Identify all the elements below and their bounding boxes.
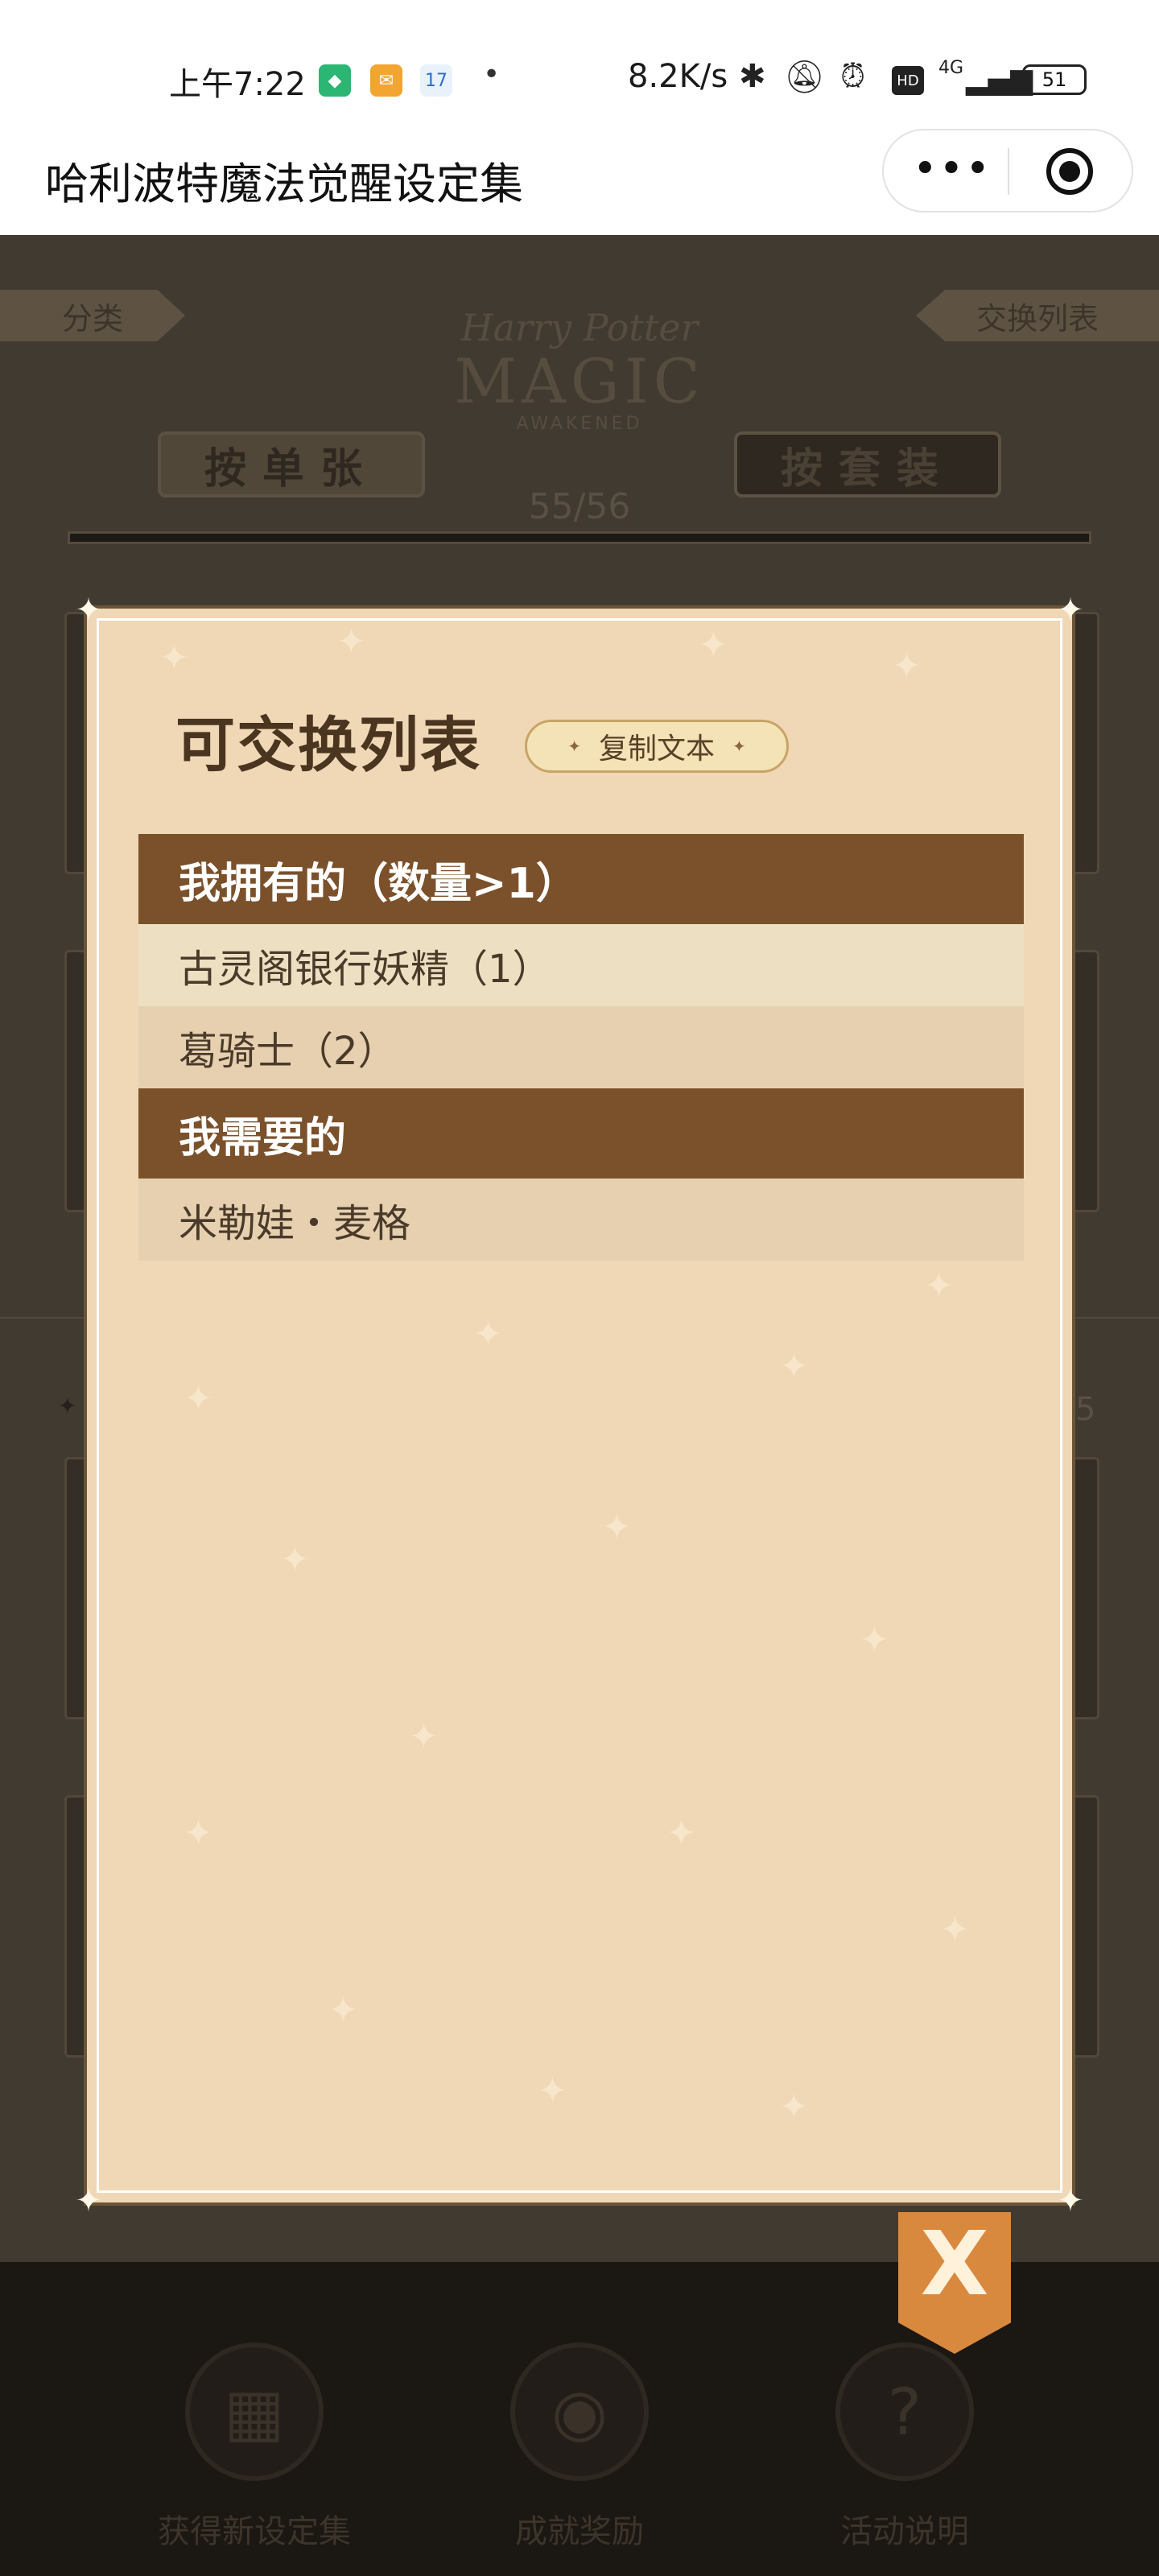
sparkle-icon: ✦ [924,1265,954,1307]
bg-count-right: 5 [1075,1391,1096,1428]
sparkle-icon: ✦ [860,1620,889,1661]
category-button[interactable]: 分类 [0,290,185,341]
network-type: 4G [938,58,964,78]
sparkle-icon: ✦ [892,646,922,687]
sparkle-icon: ✦ [159,638,189,679]
nav-label: 成就奖励 [515,2513,644,2550]
modal-title: 可交换列表 [175,711,481,780]
exchange-list-button[interactable]: 交换列表 [916,290,1159,341]
page-title: 哈利波特魔法觉醒设定集 [45,159,523,209]
capsule-divider [1008,148,1009,195]
owl-icon: ◉ [510,2343,649,2481]
hd-icon: HD [892,66,924,95]
mail-icon: ✉ [370,64,402,97]
corner-star-icon: ✦ [1057,592,1084,629]
nav-label: 活动说明 [840,2513,969,2550]
battery-icon: 51 [1022,64,1087,95]
close-icon: X [920,2212,989,2315]
logo-line-2: MAGIC [454,345,705,417]
sparkle-icon: ✦ [280,1539,310,1580]
copy-text-button[interactable]: ✦ 复制文本 ✦ [525,720,789,773]
corner-star-icon: ✦ [75,592,102,629]
corner-star-icon: ✦ [75,2182,102,2219]
nav-get-new-set[interactable]: ▦ 获得新设定集 [158,2343,351,2552]
status-bar: 上午7:22 ◆ ✉ 17 • 8.2K/s ✱ 🔕︎ ⏰︎ HD 4G ▂▄▆… [0,0,1159,137]
net-speed: 8.2K/s [628,58,728,95]
game-logo: Harry Potter MAGIC AWAKENED [451,306,708,434]
collection-progress-bar [68,531,1091,544]
sparkle-icon: ✦ [184,1378,213,1419]
calendar-icon: 17 [420,64,452,97]
nav-achievement-reward[interactable]: ◉ 成就奖励 [483,2343,676,2552]
sparkle-icon: ✦ [699,625,728,666]
sparkle-icon: ✦ [409,1716,439,1757]
close-miniprogram-icon[interactable] [1046,148,1093,195]
card-icon: ▦ [185,2343,324,2481]
tab-card-set[interactable]: 按套装 [734,431,1001,497]
sparkle-icon: ✦ [336,621,366,663]
shield-icon: ◆ [319,64,351,97]
list-item: 古灵阁银行妖精（1） [138,924,1024,1006]
sparkle-icon: ✦ [602,1507,632,1548]
copy-text-label: 复制文本 [598,733,715,766]
more-icon[interactable]: ••• [913,145,992,193]
sparkle-icon: ✦ [538,2070,567,2112]
collection-count: 55/56 [528,486,631,527]
sparkle-icon: ✦ [184,1813,213,1854]
corner-star-icon: ✦ [1057,2182,1084,2219]
nav-label: 获得新设定集 [158,2513,351,2550]
diamond-icon: ✦ [732,737,746,756]
list-item: 米勒娃・麦格 [138,1179,1024,1261]
mute-icon: 🔕︎ [784,59,825,96]
status-time: 上午7:22 [169,66,306,103]
list-item: 葛骑士（2） [138,1006,1024,1088]
sparkle-icon: ✦ [940,1909,970,1951]
diamond-icon: ✦ [567,737,581,756]
alarm-icon: ⏰︎ [840,58,866,95]
notification-dot: • [483,58,501,91]
logo-line-1: Harry Potter [460,306,699,349]
section-header-need: 我需要的 [138,1088,1024,1179]
section-header-have: 我拥有的（数量>1） [138,834,1024,924]
sparkle-icon: ✦ [666,1813,696,1854]
nav-activity-info[interactable]: ? 活动说明 [808,2343,1001,2552]
bluetooth-icon: ✱ [739,58,766,95]
question-icon: ? [835,2343,974,2481]
sparkle-icon: ✦ [779,1346,809,1387]
bg-diamond-icon: ✦ [58,1393,77,1419]
sparkle-icon: ✦ [779,2087,809,2128]
sparkle-icon: ✦ [473,1314,503,1355]
tab-single-card[interactable]: 按单张 [158,431,425,497]
sparkle-icon: ✦ [328,1990,358,2031]
capsule-menu: ••• [882,129,1133,213]
